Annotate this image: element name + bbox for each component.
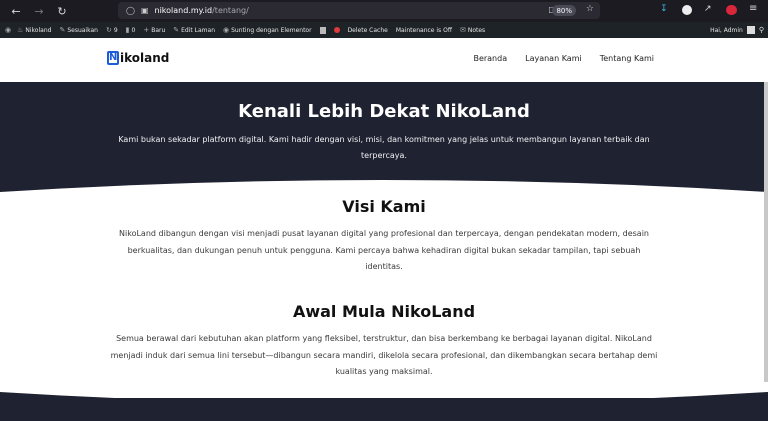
hero-text: Kami bukan sekadar platform digital. Kam… xyxy=(118,135,650,160)
pencil-icon: ✎ xyxy=(173,26,180,34)
comment-icon: ▮ xyxy=(125,26,130,34)
search-icon[interactable]: ⚲ xyxy=(759,26,764,34)
admin-customize-link[interactable]: ✎ Sesuaikan xyxy=(59,26,98,34)
url-path: /tentang/ xyxy=(212,6,249,15)
extension-icon[interactable] xyxy=(682,5,692,15)
wp-admin-bar: ◉ ♨ Nikoland ✎ Sesuaikan ↻ 9 ▮ 0 + Baru ✎ Edit… xyxy=(0,22,768,38)
page-scrollbar[interactable] xyxy=(764,82,768,382)
admin-edit-page-link[interactable]: ✎ Edit Laman xyxy=(173,26,215,34)
visi-text: NikoLand dibangun dengan visi menjadi pu… xyxy=(119,229,649,271)
profile-icon[interactable] xyxy=(726,5,737,15)
download-icon[interactable]: ↧ xyxy=(660,4,668,14)
menu-item-tentang[interactable]: Tentang Kami xyxy=(600,54,654,63)
home-icon: ♨ xyxy=(17,26,24,34)
hero-title: Kenali Lebih Dekat NikoLand xyxy=(238,101,530,122)
reload-icon[interactable]: ↻ xyxy=(54,3,70,19)
browser-toolbar: ← → ↻ ◯ ▣ nikoland.my.id /tentang/ □ 80%… xyxy=(0,0,768,22)
visi-title: Visi Kami xyxy=(342,197,426,216)
admin-greeting: Hai, Admin xyxy=(710,26,743,34)
shield-icon: ◯ xyxy=(126,6,135,15)
admin-status-dot[interactable] xyxy=(333,27,340,33)
admin-comments-link[interactable]: ▮ 0 xyxy=(126,26,136,34)
admin-maintenance-link[interactable]: Maintenance is Off xyxy=(396,27,452,34)
updates-icon: ↻ xyxy=(105,26,112,34)
hero-section: Kenali Lebih Dekat NikoLand Kami bukan s… xyxy=(0,82,768,192)
plus-icon: + xyxy=(143,26,150,34)
admin-plugin-icon[interactable] xyxy=(319,26,326,34)
lock-icon: ▣ xyxy=(140,6,149,15)
status-dot-icon xyxy=(333,27,340,33)
zoom-level[interactable]: 80% xyxy=(552,5,576,16)
menu-item-beranda[interactable]: Beranda xyxy=(473,54,507,63)
forward-icon[interactable]: → xyxy=(31,3,47,19)
menu-icon[interactable]: ≡ xyxy=(749,3,757,14)
admin-elementor-link[interactable]: ◉ Sunting dengan Elementor xyxy=(223,26,312,34)
admin-updates-link[interactable]: ↻ 9 xyxy=(106,26,118,34)
logo-text: ikoland xyxy=(120,51,170,65)
main-menu: Beranda Layanan Kami Tentang Kami xyxy=(473,54,654,63)
admin-notes-link[interactable]: ✉ Notes xyxy=(460,26,485,34)
back-icon[interactable]: ← xyxy=(8,3,24,19)
avatar xyxy=(746,26,755,34)
address-bar[interactable]: ◯ ▣ nikoland.my.id /tentang/ □ 80% ☆ xyxy=(118,2,600,19)
site-header: Nikoland Beranda Layanan Kami Tentang Ka… xyxy=(0,38,768,82)
menu-item-layanan[interactable]: Layanan Kami xyxy=(525,54,582,63)
admin-delete-cache-link[interactable]: Delete Cache xyxy=(348,27,388,34)
admin-site-link[interactable]: ♨ Nikoland xyxy=(17,26,51,34)
elementor-icon: ◉ xyxy=(223,26,230,34)
notes-icon: ✉ xyxy=(459,26,466,34)
footer-strip xyxy=(0,398,768,421)
admin-new-link[interactable]: + Baru xyxy=(143,26,165,34)
admin-account[interactable]: Hai, Admin ⚲ xyxy=(710,22,764,38)
brush-icon: ✎ xyxy=(59,26,66,34)
wp-logo-icon[interactable]: ◉ xyxy=(5,26,11,34)
bookmark-star-icon[interactable]: ☆ xyxy=(586,4,594,14)
share-icon[interactable]: ↗ xyxy=(704,4,712,14)
logo-mark: N xyxy=(107,51,119,65)
plugin-icon xyxy=(319,26,326,34)
site-logo[interactable]: Nikoland xyxy=(107,51,169,65)
url-host: nikoland.my.id xyxy=(154,6,213,15)
awal-text: Semua berawal dari kebutuhan akan platfo… xyxy=(110,334,658,376)
awal-title: Awal Mula NikoLand xyxy=(292,302,476,321)
